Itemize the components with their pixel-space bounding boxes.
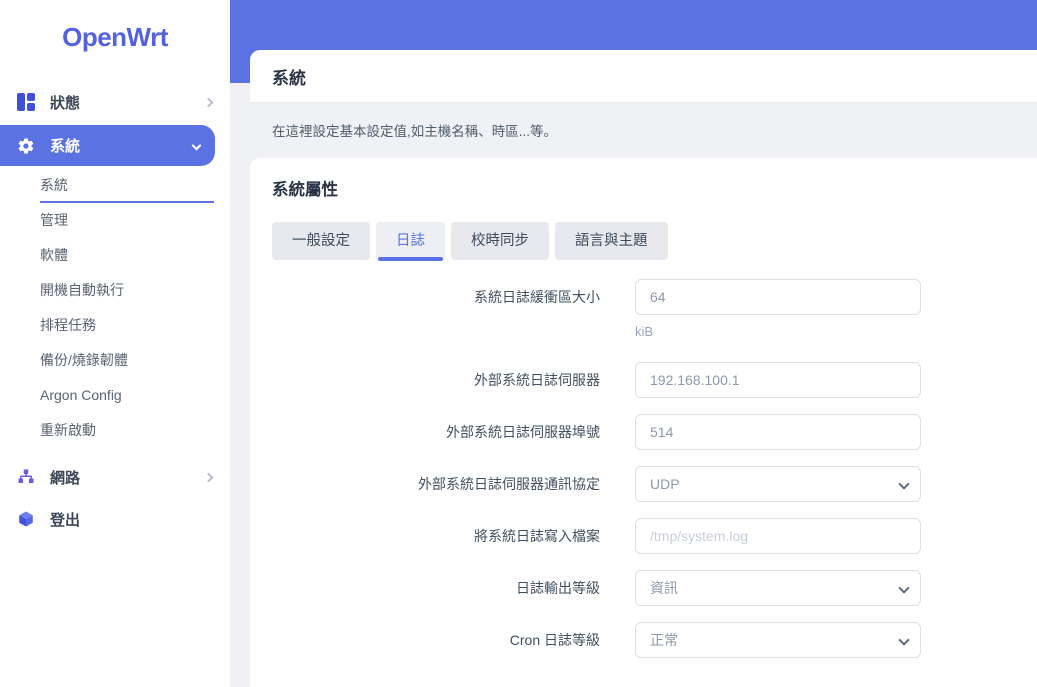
page-header: 系統 [250, 50, 1037, 103]
system-properties-card: 系統屬性 一般設定 日誌 校時同步 語言與主題 系統日誌緩衝區大小 kiB [250, 158, 1037, 687]
submenu-item-startup[interactable]: 開機自動執行 [40, 273, 214, 308]
field-label: 外部系統日誌伺服器 [474, 372, 600, 388]
form-row: 外部系統日誌伺服器通訊協定 UDP [272, 466, 1037, 502]
tab-general-settings[interactable]: 一般設定 [272, 222, 370, 260]
external-log-server-port-input[interactable] [635, 414, 921, 450]
tab-time-sync[interactable]: 校時同步 [451, 222, 549, 260]
chevron-right-icon [203, 97, 214, 107]
field-label: 系統日誌緩衝區大小 [474, 289, 600, 305]
log-file-input[interactable] [635, 518, 921, 554]
form-row: 外部系統日誌伺服器 [272, 362, 1037, 398]
form-row: 系統日誌緩衝區大小 kiB [272, 279, 1037, 346]
external-log-server-input[interactable] [635, 362, 921, 398]
sidebar-item-label: 登出 [50, 511, 81, 529]
tab-language-theme[interactable]: 語言與主題 [555, 222, 668, 260]
sidebar-item-network[interactable]: 網路 [0, 456, 230, 498]
page-subtitle: 在這裡設定基本設定值,如主機名稱、時區...等。 [272, 124, 558, 139]
field-label: Cron 日誌等級 [509, 632, 600, 648]
field-hint: kiB [635, 324, 654, 339]
tab-logging[interactable]: 日誌 [376, 222, 445, 261]
chevron-right-icon [203, 472, 214, 482]
field-label: 外部系統日誌伺服器通訊協定 [418, 476, 600, 492]
submenu-item-reboot[interactable]: 重新啟動 [40, 413, 214, 448]
system-submenu: 系統 管理 軟體 開機自動執行 排程任務 備份/燒錄韌體 Argon Confi… [40, 168, 214, 448]
field-label: 外部系統日誌伺服器埠號 [446, 424, 600, 440]
sidebar-item-logout[interactable]: 登出 [0, 498, 230, 540]
sidebar-item-label: 系統 [50, 138, 81, 155]
sidebar-item-status[interactable]: 狀態 [0, 81, 230, 123]
chevron-down-icon [191, 140, 202, 151]
form-row: 外部系統日誌伺服器埠號 [272, 414, 1037, 450]
submenu-item-system[interactable]: 系統 [40, 168, 214, 203]
form-row: Cron 日誌等級 正常 [272, 622, 1037, 658]
dashboard-icon [16, 92, 36, 112]
submenu-item-software[interactable]: 軟體 [40, 238, 214, 273]
cube-icon [16, 509, 36, 529]
external-log-protocol-select[interactable]: UDP [635, 466, 921, 502]
form-row: 日誌輸出等級 資訊 [272, 570, 1037, 606]
tab-bar: 一般設定 日誌 校時同步 語言與主題 [272, 222, 1037, 261]
submenu-item-admin[interactable]: 管理 [40, 203, 214, 238]
form-row: 將系統日誌寫入檔案 [272, 518, 1037, 554]
gear-icon [16, 136, 36, 156]
sidebar-item-system[interactable]: 系統 [0, 125, 215, 166]
app-window: OpenWrt 狀態 系統 系統 管理 軟體 開機自動執行 排程任務 備份/燒錄… [0, 0, 1037, 687]
log-output-level-select[interactable]: 資訊 [635, 570, 921, 606]
openwrt-logo: OpenWrt [62, 22, 168, 52]
cron-log-level-select[interactable]: 正常 [635, 622, 921, 658]
sidebar-menu: 狀態 系統 系統 管理 軟體 開機自動執行 排程任務 備份/燒錄韌體 Argon… [0, 75, 230, 540]
sidebar: OpenWrt 狀態 系統 系統 管理 軟體 開機自動執行 排程任務 備份/燒錄… [0, 0, 230, 687]
log-buffer-size-input[interactable] [635, 279, 921, 315]
sidebar-item-label: 網路 [50, 469, 81, 487]
sidebar-item-label: 狀態 [50, 94, 81, 112]
submenu-item-crontab[interactable]: 排程任務 [40, 308, 214, 343]
card-title: 系統屬性 [272, 181, 338, 199]
field-label: 日誌輸出等級 [516, 580, 600, 596]
content-area: 系統 在這裡設定基本設定值,如主機名稱、時區...等。 系統屬性 一般設定 日誌… [230, 0, 1037, 687]
field-label: 將系統日誌寫入檔案 [474, 528, 600, 544]
page-title: 系統 [272, 68, 306, 88]
submenu-item-argon-config[interactable]: Argon Config [40, 378, 214, 413]
logging-form: 系統日誌緩衝區大小 kiB 外部系統日誌伺服器 外部系統日誌伺服器埠號 [272, 279, 1037, 658]
submenu-item-backup-flash[interactable]: 備份/燒錄韌體 [40, 343, 214, 378]
sitemap-icon [16, 467, 36, 487]
